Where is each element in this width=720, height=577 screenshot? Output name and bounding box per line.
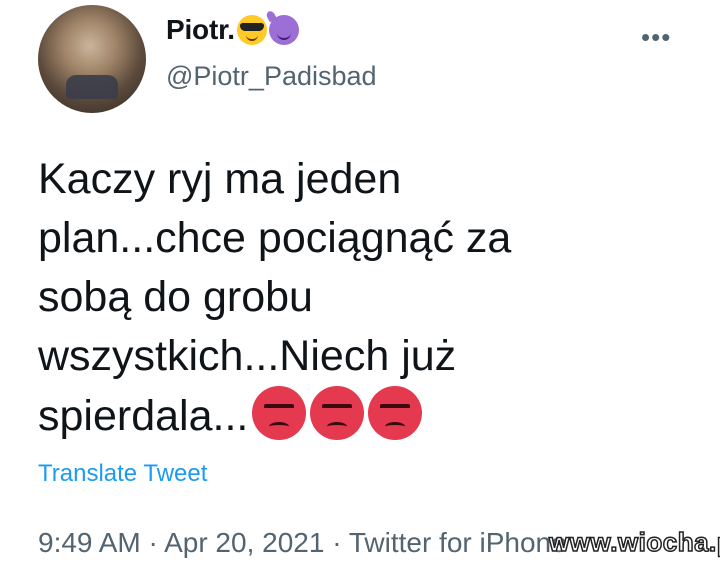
tweet-line: spierdala...: [38, 392, 249, 440]
pouting-face-emoji-icon: [310, 386, 365, 440]
tweet-card: Piotr. @Piotr_Padisbad ••• Kaczy ryj ma …: [0, 0, 720, 577]
tweet-source[interactable]: Twitter for iPhone: [349, 527, 567, 558]
author-name-row[interactable]: Piotr.: [166, 14, 299, 46]
avatar[interactable]: [38, 5, 146, 113]
tweet-metadata: 9:49 AM · Apr 20, 2021 · Twitter for iPh…: [38, 527, 567, 559]
tweet-line: plan...chce pociągnąć za: [38, 214, 512, 262]
tweet-time[interactable]: 9:49 AM: [38, 527, 141, 558]
meta-separator: ·: [332, 527, 342, 558]
tweet-text: Kaczy ryj ma jeden plan...chce pociągnąć…: [38, 150, 678, 446]
pouting-face-emoji-icon: [368, 386, 423, 440]
tweet-line: Kaczy ryj ma jeden: [38, 155, 402, 203]
sunglasses-emoji-icon: [236, 15, 267, 45]
devil-emoji-icon: [268, 15, 299, 45]
watermark: www.wiocha.pl: [548, 526, 720, 558]
tweet-line: sobą do grobu: [38, 273, 313, 321]
tweet-line-last: spierdala...: [38, 386, 678, 446]
translate-tweet-link[interactable]: Translate Tweet: [38, 460, 207, 488]
author-handle[interactable]: @Piotr_Padisbad: [166, 61, 377, 92]
tweet-date[interactable]: Apr 20, 2021: [164, 527, 324, 558]
pouting-face-emoji-icon: [252, 386, 307, 440]
author-display-name[interactable]: Piotr.: [166, 14, 235, 46]
meta-separator: ·: [148, 527, 158, 558]
more-options-icon[interactable]: •••: [641, 22, 671, 53]
tweet-line: wszystkich...Niech już: [38, 332, 457, 380]
